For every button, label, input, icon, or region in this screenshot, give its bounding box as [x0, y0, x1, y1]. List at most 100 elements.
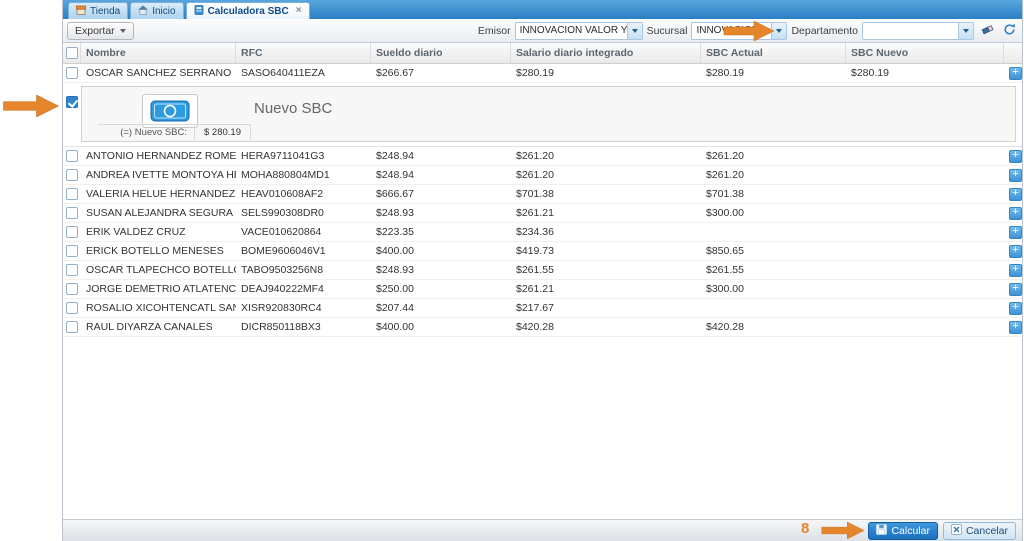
page: Tienda Inicio Calculadora SBC × Exportar… — [0, 0, 1024, 541]
table-row[interactable]: SUSAN ALEJANDRA SEGURA LUNA SELS990308DR… — [63, 204, 1022, 223]
row-checkbox[interactable] — [66, 188, 78, 200]
cell-sueldo-diario: $248.94 — [371, 150, 511, 162]
store-icon — [76, 5, 86, 18]
cell-salario-diario-integrado: $261.21 — [511, 207, 701, 219]
cell-rfc: HERA9711041G3 — [236, 150, 371, 162]
row-expand-button[interactable] — [1009, 283, 1022, 296]
row-checkbox[interactable] — [66, 264, 78, 276]
cell-nombre: OSCAR SANCHEZ SERRANO — [81, 67, 236, 79]
cell-sbc-actual: $261.20 — [701, 169, 846, 181]
home-icon — [138, 5, 148, 18]
cell-sueldo-diario: $666.67 — [371, 188, 511, 200]
cell-nombre: JORGE DEMETRIO ATLATENCO — [81, 283, 236, 295]
cell-salario-diario-integrado: $261.21 — [511, 283, 701, 295]
chevron-down-icon[interactable] — [627, 23, 642, 39]
row-expand-button[interactable] — [1009, 150, 1022, 163]
column-header-sueldo-diario[interactable]: Sueldo diario — [371, 43, 511, 63]
row-expand-button[interactable] — [1009, 245, 1022, 258]
tab-inicio[interactable]: Inicio — [130, 2, 183, 19]
clear-filters-button[interactable] — [978, 22, 996, 40]
column-header-sbc-actual[interactable]: SBC Actual — [701, 43, 846, 63]
cancelar-button[interactable]: Cancelar — [943, 522, 1016, 540]
row-checkbox[interactable] — [66, 150, 78, 162]
nuevo-sbc-panel: Nuevo SBC (=) Nuevo SBC: $ 280.19 — [81, 86, 1016, 142]
cancel-icon — [951, 524, 962, 538]
column-header-sbc-nuevo[interactable]: SBC Nuevo — [846, 43, 1004, 63]
row-expand-button[interactable] — [1009, 321, 1022, 334]
table-row[interactable]: ROSALIO XICOHTENCATL SANCHEZ XISR920830R… — [63, 299, 1022, 318]
row-expand-button[interactable] — [1009, 226, 1022, 239]
row-expand-button[interactable] — [1009, 207, 1022, 220]
row-expand-button[interactable] — [1009, 67, 1022, 80]
detail-panel-title: Nuevo SBC — [254, 100, 332, 117]
annotation-arrow-checkbox — [3, 95, 59, 117]
row-checkbox[interactable] — [66, 245, 78, 257]
table-row[interactable]: OSCAR SANCHEZ SERRANO SASO640411EZA $266… — [63, 64, 1022, 83]
cell-sbc-nuevo: $280.19 — [846, 67, 1004, 79]
close-icon[interactable]: × — [296, 6, 302, 16]
table-row[interactable]: RAUL DIYARZA CANALES DICR850118BX3 $400.… — [63, 318, 1022, 337]
row-checkbox[interactable] — [66, 302, 78, 314]
row-checkbox[interactable] — [66, 169, 78, 181]
table-row[interactable]: VALERIA HELUE HERNANDEZ ALVA... HEAV0106… — [63, 185, 1022, 204]
cell-rfc: MOHA880804MD1 — [236, 169, 371, 181]
cell-sbc-actual: $300.00 — [701, 283, 846, 295]
tab-label: Inicio — [152, 6, 175, 17]
chevron-down-icon[interactable] — [958, 23, 973, 39]
nuevo-sbc-result-row: (=) Nuevo SBC: $ 280.19 — [98, 124, 251, 140]
cell-sueldo-diario: $248.94 — [371, 169, 511, 181]
app-window: Tienda Inicio Calculadora SBC × Exportar… — [62, 0, 1023, 541]
cell-salario-diario-integrado: $234.36 — [511, 226, 701, 238]
column-header-salario-diario-integrado[interactable]: Salario diario integrado — [511, 43, 701, 63]
cell-rfc: DEAJ940222MF4 — [236, 283, 371, 295]
refresh-button[interactable] — [1000, 22, 1018, 40]
table-row[interactable]: ERIK VALDEZ CRUZ VACE010620864 $223.35 $… — [63, 223, 1022, 242]
cell-rfc: SELS990308DR0 — [236, 207, 371, 219]
cell-rfc: BOME9606046V1 — [236, 245, 371, 257]
row-checkbox[interactable] — [66, 96, 78, 108]
cell-sueldo-diario: $248.93 — [371, 207, 511, 219]
select-all-checkbox[interactable] — [66, 47, 78, 59]
column-header-nombre[interactable]: Nombre — [81, 43, 236, 63]
cell-sbc-actual: $300.00 — [701, 207, 846, 219]
row-expand-button[interactable] — [1009, 169, 1022, 182]
row-checkbox[interactable] — [66, 283, 78, 295]
row-checkbox[interactable] — [66, 226, 78, 238]
money-bill-icon — [142, 94, 198, 128]
cell-salario-diario-integrado: $261.20 — [511, 169, 701, 181]
table-row[interactable]: ANDREA IVETTE MONTOYA HERNA... MOHA88080… — [63, 166, 1022, 185]
calculator-icon — [194, 5, 204, 18]
tab-calculadora-sbc[interactable]: Calculadora SBC × — [186, 2, 310, 19]
column-header-rfc[interactable]: RFC — [236, 43, 371, 63]
row-checkbox[interactable] — [66, 321, 78, 333]
row-checkbox[interactable] — [66, 207, 78, 219]
row-detail-panel: Nuevo SBC (=) Nuevo SBC: $ 280.19 — [63, 83, 1022, 147]
table-row[interactable]: OSCAR TLAPECHCO BOTELLO TABO9503256N8 $2… — [63, 261, 1022, 280]
annotation-step-number: 8 — [801, 520, 809, 537]
departamento-select[interactable] — [862, 22, 974, 40]
cell-salario-diario-integrado: $280.19 — [511, 67, 701, 79]
row-expand-button[interactable] — [1009, 302, 1022, 315]
emisor-select[interactable]: INNOVACION VALOR Y DE — [515, 22, 643, 40]
exportar-label: Exportar — [75, 25, 115, 37]
cell-sbc-actual: $261.55 — [701, 264, 846, 276]
cell-salario-diario-integrado: $261.55 — [511, 264, 701, 276]
row-checkbox[interactable] — [66, 67, 78, 79]
cell-nombre: SUSAN ALEJANDRA SEGURA LUNA — [81, 207, 236, 219]
row-expand-button[interactable] — [1009, 188, 1022, 201]
cell-nombre: OSCAR TLAPECHCO BOTELLO — [81, 264, 236, 276]
calcular-button[interactable]: Calcular — [868, 522, 938, 540]
table-row[interactable]: JORGE DEMETRIO ATLATENCO DEAJ940222MF4 $… — [63, 280, 1022, 299]
cell-rfc: TABO9503256N8 — [236, 264, 371, 276]
cell-salario-diario-integrado: $419.73 — [511, 245, 701, 257]
tab-tienda[interactable]: Tienda — [68, 2, 128, 19]
eraser-icon — [981, 23, 994, 39]
exportar-button[interactable]: Exportar — [67, 22, 134, 40]
table-row[interactable]: ERICK BOTELLO MENESES BOME9606046V1 $400… — [63, 242, 1022, 261]
column-header-expander — [1004, 43, 1022, 63]
departamento-label: Departamento — [791, 25, 858, 37]
cell-sbc-actual: $261.20 — [701, 150, 846, 162]
table-row[interactable]: ANTONIO HERNANDEZ ROMERO HERA9711041G3 $… — [63, 147, 1022, 166]
row-expand-button[interactable] — [1009, 264, 1022, 277]
cell-nombre: ANTONIO HERNANDEZ ROMERO — [81, 150, 236, 162]
